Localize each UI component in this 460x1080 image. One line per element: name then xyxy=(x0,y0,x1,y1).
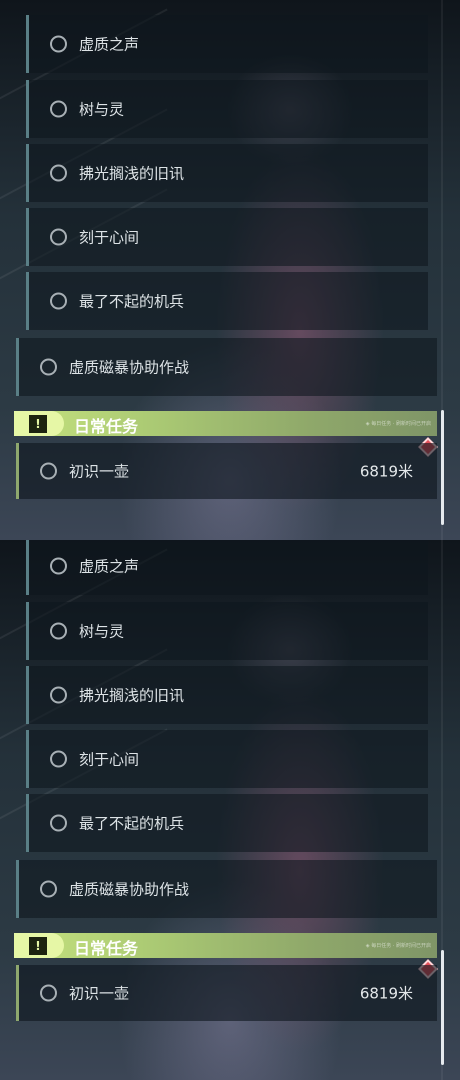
main-quest-item[interactable]: 虚质磁暴协助作战 xyxy=(16,860,437,918)
quest-item[interactable]: 拂光搁浅的旧讯 xyxy=(26,144,428,202)
daily-task-item[interactable]: 初识一壶 6819米 xyxy=(16,965,437,1021)
scrollbar-thumb[interactable] xyxy=(441,410,444,525)
quest-label: 虚质之声 xyxy=(79,35,140,54)
quest-item[interactable]: 树与灵 xyxy=(26,80,428,138)
quest-label: 最了不起的机兵 xyxy=(79,814,185,833)
daily-tasks-title: 日常任务 xyxy=(74,417,139,436)
daily-tasks-title: 日常任务 xyxy=(74,939,139,958)
quest-item[interactable]: 刻于心间 xyxy=(26,730,428,788)
daily-task-item[interactable]: 初识一壶 6819米 xyxy=(16,443,437,499)
task-distance: 6819米 xyxy=(359,984,413,1003)
daily-icon-badge: ! xyxy=(14,411,64,436)
circle-icon xyxy=(50,557,67,575)
circle-icon xyxy=(40,358,57,376)
task-distance: 6819米 xyxy=(359,462,413,481)
circle-icon xyxy=(40,880,57,898)
circle-icon xyxy=(50,100,67,118)
circle-icon xyxy=(50,622,67,640)
circle-icon xyxy=(50,228,67,246)
quest-panel-bottom: 虚质之声 树与灵 拂光搁浅的旧讯 刻于心间 最了不起的机兵 虚质磁暴协助作战 !… xyxy=(0,540,460,1080)
main-quest-label: 虚质磁暴协助作战 xyxy=(69,880,190,899)
quest-item[interactable]: 刻于心间 xyxy=(26,208,428,266)
quest-label: 树与灵 xyxy=(79,622,125,641)
scrollbar-thumb[interactable] xyxy=(441,950,444,1065)
daily-tasks-header: ! 日常任务 ◈ 每日任务 · 刷新时间已开启 xyxy=(14,933,437,958)
exclamation-icon: ! xyxy=(29,415,47,433)
quest-label: 拂光搁浅的旧讯 xyxy=(79,164,185,183)
quest-label: 拂光搁浅的旧讯 xyxy=(79,686,185,705)
daily-tasks-header: ! 日常任务 ◈ 每日任务 · 刷新时间已开启 xyxy=(14,411,437,436)
circle-icon xyxy=(50,292,67,310)
daily-icon-badge: ! xyxy=(14,933,64,958)
daily-tasks-subtitle: ◈ 每日任务 · 刷新时间已开启 xyxy=(365,421,431,427)
quest-item[interactable]: 虚质之声 xyxy=(26,540,428,595)
quest-label: 刻于心间 xyxy=(79,750,140,769)
main-quest-label: 虚质磁暴协助作战 xyxy=(69,358,190,377)
circle-icon xyxy=(50,164,67,182)
daily-tasks-subtitle: ◈ 每日任务 · 刷新时间已开启 xyxy=(365,943,431,949)
quest-label: 最了不起的机兵 xyxy=(79,292,185,311)
circle-icon xyxy=(50,35,67,53)
quest-item[interactable]: 最了不起的机兵 xyxy=(26,794,428,852)
task-label: 初识一壶 xyxy=(69,984,130,1003)
circle-icon xyxy=(40,462,57,480)
quest-label: 刻于心间 xyxy=(79,228,140,247)
circle-icon xyxy=(50,686,67,704)
circle-icon xyxy=(40,984,57,1002)
quest-item[interactable]: 拂光搁浅的旧讯 xyxy=(26,666,428,724)
quest-label: 虚质之声 xyxy=(79,557,140,576)
quest-panel-top: 虚质之声 树与灵 拂光搁浅的旧讯 刻于心间 最了不起的机兵 虚质磁暴协助作战 !… xyxy=(0,0,460,540)
circle-icon xyxy=(50,814,67,832)
task-label: 初识一壶 xyxy=(69,462,130,481)
circle-icon xyxy=(50,750,67,768)
quest-label: 树与灵 xyxy=(79,100,125,119)
exclamation-icon: ! xyxy=(29,937,47,955)
quest-item[interactable]: 最了不起的机兵 xyxy=(26,272,428,330)
quest-item[interactable]: 虚质之声 xyxy=(26,15,428,73)
main-quest-item[interactable]: 虚质磁暴协助作战 xyxy=(16,338,437,396)
quest-item[interactable]: 树与灵 xyxy=(26,602,428,660)
